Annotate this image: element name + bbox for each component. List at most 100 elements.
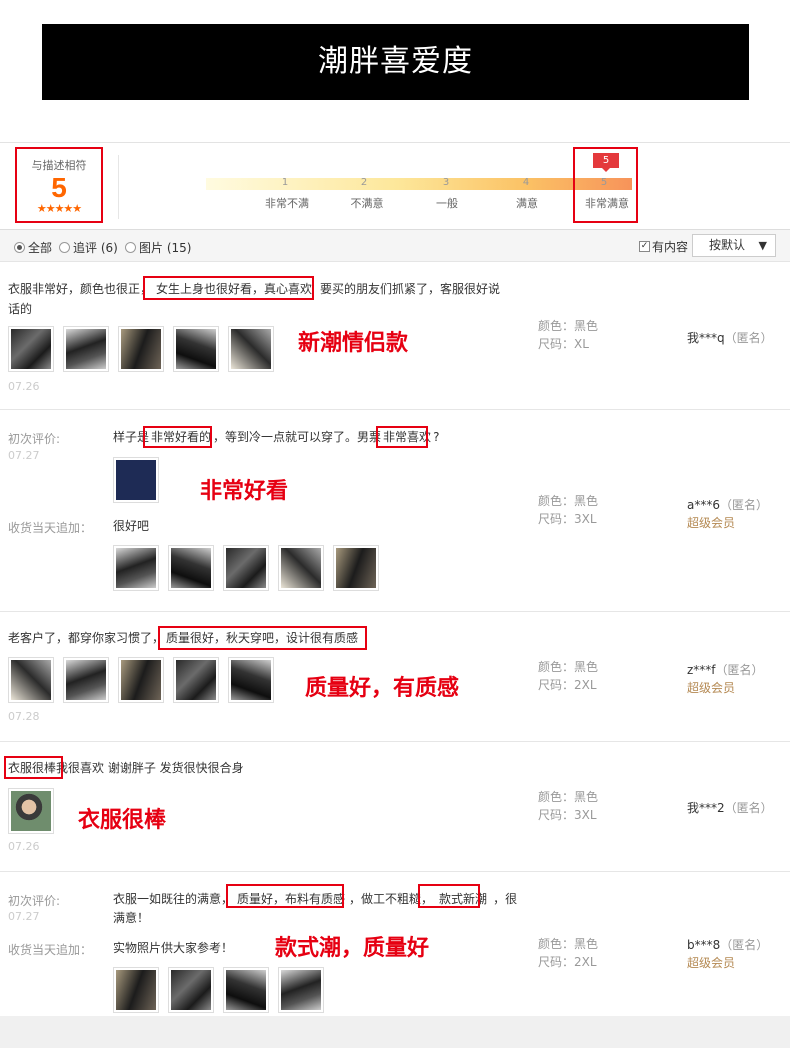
review-item: 衣服很棒我很喜欢 谢谢胖子 发货很快很合身 衣服很棒 07.26 颜色：黑色 尺…: [0, 742, 790, 872]
sku-color: 颜色：黑色: [538, 937, 599, 951]
photo-thumbnail[interactable]: [118, 657, 164, 703]
has-content-label: 有内容: [652, 240, 689, 254]
review-date: 07.27: [8, 910, 40, 923]
reviewer-name: a***6（匿名）: [687, 498, 769, 512]
photo-thumbnail[interactable]: [228, 326, 274, 372]
photo-thumbnail[interactable]: [63, 657, 109, 703]
followup-photo-thumbnails: [113, 545, 379, 591]
highlight-box: [4, 756, 63, 779]
photo-thumbnail[interactable]: [8, 326, 54, 372]
photo-thumbnails: [113, 457, 159, 503]
first-review-label: 初次评价:: [8, 894, 61, 908]
checkmark-icon: ✓: [639, 241, 650, 252]
rating-panel: 与描述相符 5 ★★★★★ 5 1 2 3 4 5 非常不满 不满意 一般 满意…: [0, 142, 790, 230]
highlight-box: [143, 276, 314, 300]
filter-bar: 全部 追评 (6) 图片 (15) ✓ 有内容 按默认 ▼: [0, 230, 790, 262]
filter-followup[interactable]: 追评 (6): [59, 239, 118, 256]
sku-size: 尺码：XL: [538, 337, 589, 351]
review-date: 07.28: [8, 710, 40, 723]
score-value: 5: [51, 172, 67, 203]
has-content-checkbox[interactable]: ✓ 有内容: [639, 238, 688, 255]
annotation-label: 新潮情侣款: [298, 331, 409, 356]
sku-color: 颜色：黑色: [538, 790, 599, 804]
review-item: 老客户了，都穿你家习惯了， 质量很好，秋天穿吧，设计很有质感 质量好，有质感 07…: [0, 612, 790, 742]
photo-thumbnail[interactable]: [8, 788, 54, 834]
scale-num-2: 2: [360, 177, 368, 188]
photo-thumbnail[interactable]: [228, 657, 274, 703]
review-item: 初次评价: 07.27 衣服一如既往的满意， 质量好，布料有质感 ，做工不粗糙， 款式…: [0, 872, 790, 1016]
followup-photo-thumbnails: [113, 967, 324, 1013]
reviewer-name: z***f（匿名）: [687, 663, 764, 677]
photo-thumbnail[interactable]: [278, 545, 324, 591]
highlight-box: [376, 426, 428, 448]
sku-color: 颜色：黑色: [538, 319, 599, 333]
filter-images[interactable]: 图片 (15): [125, 239, 191, 256]
sort-dropdown[interactable]: 按默认 ▼: [692, 234, 776, 257]
filter-all[interactable]: 全部: [14, 239, 52, 256]
sku-size: 尺码：2XL: [538, 678, 597, 692]
photo-thumbnail[interactable]: [168, 545, 214, 591]
vip-badge: 超级会员: [687, 956, 736, 970]
vip-badge: 超级会员: [687, 516, 736, 530]
review-date: 07.26: [8, 840, 40, 853]
sku-size: 尺码：3XL: [538, 808, 597, 822]
photo-thumbnail[interactable]: [113, 967, 159, 1013]
followup-label: 收货当天追加：: [8, 521, 93, 535]
followup-text: 实物照片供大家参考！: [113, 941, 234, 955]
radio-icon: [59, 242, 70, 253]
scale-num-4: 4: [522, 177, 530, 188]
scale-label-3: 一般: [436, 197, 458, 210]
sort-label: 按默认: [709, 238, 746, 252]
reviewer-name: 我***2（匿名）: [687, 801, 773, 815]
review-item: 衣服非常好，颜色也很正， 女生上身也很好看，真心喜欢 要买的朋友们抓紧了，客服很好说…: [0, 262, 790, 410]
sku-size: 尺码：3XL: [538, 512, 597, 526]
annotation-label: 款式潮，质量好: [275, 936, 430, 961]
photo-thumbnail[interactable]: [63, 326, 109, 372]
highlight-box: [573, 147, 638, 223]
photo-thumbnail[interactable]: [173, 326, 219, 372]
photo-thumbnail[interactable]: [223, 545, 269, 591]
followup-label: 收货当天追加：: [8, 943, 93, 957]
photo-thumbnails: [8, 657, 274, 703]
bottom-band: [0, 1016, 790, 1048]
chevron-down-icon: ▼: [758, 239, 767, 252]
annotation-label: 质量好，有质感: [305, 676, 460, 701]
scale-num-1: 1: [281, 177, 289, 188]
radio-selected-icon: [14, 242, 25, 253]
review-date: 07.26: [8, 380, 40, 393]
highlight-box: [418, 884, 480, 908]
photo-thumbnail[interactable]: [113, 457, 159, 503]
review-item: 初次评价: 07.27 样子是 非常好看的 ，等到冷一点就可以穿了。男票 非常喜欢? …: [0, 410, 790, 612]
filter-followup-label: 追评 (6): [73, 241, 118, 255]
photo-thumbnail[interactable]: [173, 657, 219, 703]
photo-thumbnail[interactable]: [113, 545, 159, 591]
followup-text: 很好吧: [113, 519, 150, 533]
photo-thumbnail[interactable]: [278, 967, 324, 1013]
divider: [118, 155, 119, 219]
scale-label-4: 满意: [516, 197, 538, 210]
photo-thumbnail[interactable]: [333, 545, 379, 591]
review-text-cont: 满意！: [113, 911, 150, 925]
description-score-box: 与描述相符 5 ★★★★★: [15, 147, 103, 223]
review-date: 07.27: [8, 449, 40, 462]
highlight-box: [158, 626, 367, 650]
reviewer-name: 我***q（匿名）: [687, 331, 773, 345]
reviewer-name: b***8（匿名）: [687, 938, 769, 952]
first-review-label: 初次评价:: [8, 432, 61, 446]
photo-thumbnail[interactable]: [223, 967, 269, 1013]
photo-thumbnail[interactable]: [8, 657, 54, 703]
scale-num-3: 3: [442, 177, 450, 188]
page-banner: 潮胖喜爱度: [42, 24, 749, 100]
scale-label-1: 非常不满: [265, 197, 309, 210]
filter-all-label: 全部: [28, 241, 53, 255]
photo-thumbnail[interactable]: [118, 326, 164, 372]
radio-icon: [125, 242, 136, 253]
photo-thumbnails: [8, 326, 274, 372]
highlight-box: [143, 426, 212, 448]
photo-thumbnail[interactable]: [168, 967, 214, 1013]
photo-thumbnails: [8, 788, 54, 834]
review-text-cont: 话的: [8, 302, 33, 316]
vip-badge: 超级会员: [687, 681, 736, 695]
annotation-label: 非常好看: [200, 479, 289, 504]
sku-color: 颜色：黑色: [538, 660, 599, 674]
